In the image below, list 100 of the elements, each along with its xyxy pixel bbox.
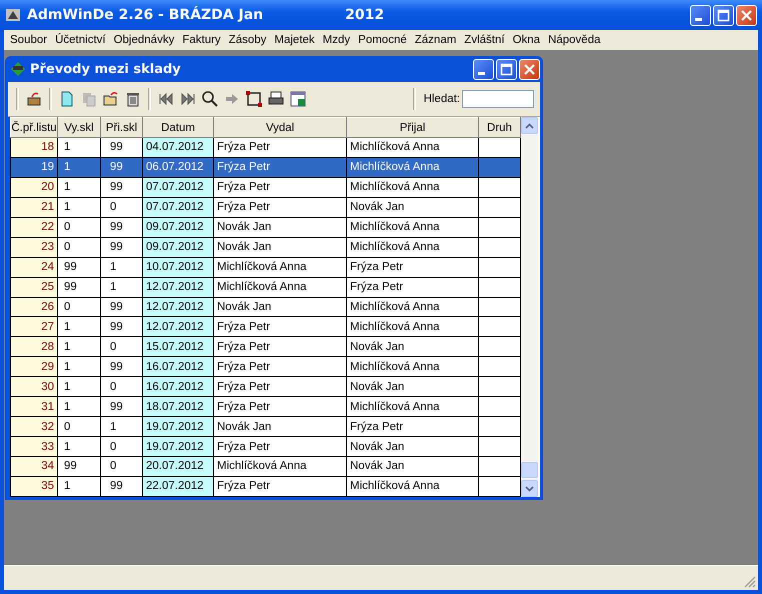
- trash-icon[interactable]: [124, 90, 142, 108]
- spreadsheet-icon[interactable]: [289, 90, 307, 108]
- table-cell: 18.07.2012: [142, 396, 214, 417]
- frame-icon[interactable]: [245, 90, 263, 108]
- table-row[interactable]: 19 1 99 06.07.2012 Frýza Petr Michlíčková Anna: [10, 157, 520, 178]
- maximize-button[interactable]: [496, 58, 517, 80]
- window-icon: [10, 61, 26, 77]
- table-cell: 1: [58, 138, 100, 158]
- first-record-icon[interactable]: [157, 90, 175, 108]
- table-cell: 19: [10, 157, 58, 178]
- table-row[interactable]: 35 1 99 22.07.2012 Frýza Petr Michlíčková Anna: [10, 476, 520, 496]
- minimize-button[interactable]: [690, 4, 711, 26]
- open-box-icon[interactable]: [25, 90, 43, 108]
- table-cell: 0: [58, 217, 100, 238]
- table-row[interactable]: 25 99 1 12.07.2012 Michlíčková Anna Frýza Petr: [10, 277, 520, 297]
- table-row[interactable]: 30 1 0 16.07.2012 Frýza Petr Novák Jan: [10, 376, 520, 397]
- table-cell: Frýza Petr: [214, 356, 346, 377]
- table-cell: Novák Jan: [346, 436, 478, 456]
- table-cell: 20.07.2012: [142, 456, 214, 476]
- close-button[interactable]: [736, 4, 757, 26]
- column-header[interactable]: Č.př.listu: [10, 118, 58, 138]
- search-icon[interactable]: [201, 90, 219, 108]
- table-cell: 0: [58, 237, 100, 258]
- menu-item[interactable]: Soubor: [6, 34, 52, 46]
- table-cell: 09.07.2012: [142, 217, 214, 238]
- table-cell: 1: [58, 356, 100, 377]
- table-row[interactable]: 31 1 99 18.07.2012 Frýza Petr Michlíčková Anna: [10, 396, 520, 417]
- child-window-title: Převody mezi sklady: [30, 62, 181, 76]
- scrollbar[interactable]: [521, 117, 538, 497]
- table-row[interactable]: 23 0 99 09.07.2012 Novák Jan Michlíčková Anna: [10, 237, 520, 258]
- table-cell: Michlíčková Anna: [214, 277, 346, 297]
- table-cell: 1: [58, 376, 100, 397]
- table-cell: Frýza Petr: [214, 316, 346, 337]
- table-cell: 24: [10, 257, 58, 278]
- app-logo-icon: [5, 7, 21, 23]
- table-cell: Frýza Petr: [214, 396, 346, 417]
- table-row[interactable]: 26 0 99 12.07.2012 Novák Jan Michlíčková Anna: [10, 297, 520, 317]
- column-header[interactable]: Vy.skl: [58, 118, 100, 138]
- menu-item[interactable]: Faktury: [178, 34, 225, 46]
- table-cell: Michlíčková Anna: [346, 396, 478, 417]
- table-row[interactable]: 27 1 99 12.07.2012 Frýza Petr Michlíčková Anna: [10, 316, 520, 337]
- table-cell: Novák Jan: [346, 376, 478, 397]
- search-field[interactable]: [462, 90, 534, 108]
- table-cell: Frýza Petr: [346, 257, 478, 278]
- column-header[interactable]: Přijal: [346, 118, 478, 138]
- window-year: 2012: [345, 7, 384, 23]
- open-folder-icon[interactable]: [102, 90, 120, 108]
- scroll-up-button[interactable]: [521, 117, 538, 134]
- last-record-icon[interactable]: [179, 90, 197, 108]
- column-header[interactable]: Druh: [478, 118, 520, 138]
- menu-item[interactable]: Zvláštní: [460, 34, 509, 46]
- table-cell: Novák Jan: [214, 297, 346, 317]
- table-row[interactable]: 22 0 99 09.07.2012 Novák Jan Michlíčková Anna: [10, 217, 520, 238]
- menu-item[interactable]: Mzdy: [318, 34, 354, 46]
- table-row[interactable]: 34 99 0 20.07.2012 Michlíčková Anna Novák Jan: [10, 456, 520, 476]
- table-cell: 15.07.2012: [142, 336, 214, 357]
- table-cell: Michlíčková Anna: [346, 157, 478, 178]
- table-cell: 16.07.2012: [142, 356, 214, 377]
- table-cell: 0: [58, 297, 100, 317]
- table-cell: 34: [10, 456, 58, 476]
- menu-item[interactable]: Okna: [508, 34, 544, 46]
- close-button[interactable]: [519, 58, 540, 80]
- table-row[interactable]: 24 99 1 10.07.2012 Michlíčková Anna Frýza Petr: [10, 257, 520, 278]
- table-cell: Novák Jan: [346, 336, 478, 357]
- table-cell: Novák Jan: [214, 416, 346, 437]
- table-cell: Michlíčková Anna: [346, 138, 478, 158]
- menu-item[interactable]: Záznam: [410, 34, 460, 46]
- table-cell: Frýza Petr: [214, 336, 346, 357]
- table-cell: 28: [10, 336, 58, 357]
- table-row[interactable]: 29 1 99 16.07.2012 Frýza Petr Michlíčková Anna: [10, 356, 520, 377]
- table-cell: Novák Jan: [346, 456, 478, 476]
- table-row[interactable]: 18 1 99 04.07.2012 Frýza Petr Michlíčková Anna: [10, 138, 520, 158]
- menu-item[interactable]: Nápověda: [544, 34, 604, 46]
- table-row[interactable]: 33 1 0 19.07.2012 Frýza Petr Novák Jan: [10, 436, 520, 456]
- table-cell: Michlíčková Anna: [346, 217, 478, 238]
- column-header[interactable]: Datum: [142, 118, 214, 138]
- table-row[interactable]: 28 1 0 15.07.2012 Frýza Petr Novák Jan: [10, 336, 520, 357]
- menu-item[interactable]: Účetnictví: [51, 34, 110, 46]
- table-cell: 23: [10, 237, 58, 258]
- menu-item[interactable]: Pomocné: [354, 34, 411, 46]
- minimize-button[interactable]: [473, 58, 494, 80]
- scrollbar-thumb[interactable]: [521, 462, 538, 478]
- table-row[interactable]: 32 0 1 19.07.2012 Novák Jan Frýza Petr: [10, 416, 520, 437]
- column-header[interactable]: Vydal: [214, 118, 346, 138]
- column-header[interactable]: Při.skl: [100, 118, 142, 138]
- table-cell: Michlíčková Anna: [346, 177, 478, 198]
- window-title: AdmWinDe 2.26 - BRÁZDA Jan: [27, 7, 264, 23]
- table-cell: 06.07.2012: [142, 157, 214, 178]
- maximize-button[interactable]: [713, 4, 734, 26]
- table-cell: Novák Jan: [346, 197, 478, 218]
- menu-item[interactable]: Majetek: [270, 34, 319, 46]
- menu-item[interactable]: Zásoby: [224, 34, 270, 46]
- table-cell: 10.07.2012: [142, 257, 214, 278]
- table-cell: 18: [10, 138, 58, 158]
- scroll-down-button[interactable]: [521, 480, 538, 497]
- table-row[interactable]: 20 1 99 07.07.2012 Frýza Petr Michlíčková Anna: [10, 177, 520, 198]
- table-row[interactable]: 21 1 0 07.07.2012 Frýza Petr Novák Jan: [10, 197, 520, 218]
- table-cell: 12.07.2012: [142, 277, 214, 297]
- menu-item[interactable]: Objednávky: [110, 34, 178, 46]
- table-cell: 26: [10, 297, 58, 317]
